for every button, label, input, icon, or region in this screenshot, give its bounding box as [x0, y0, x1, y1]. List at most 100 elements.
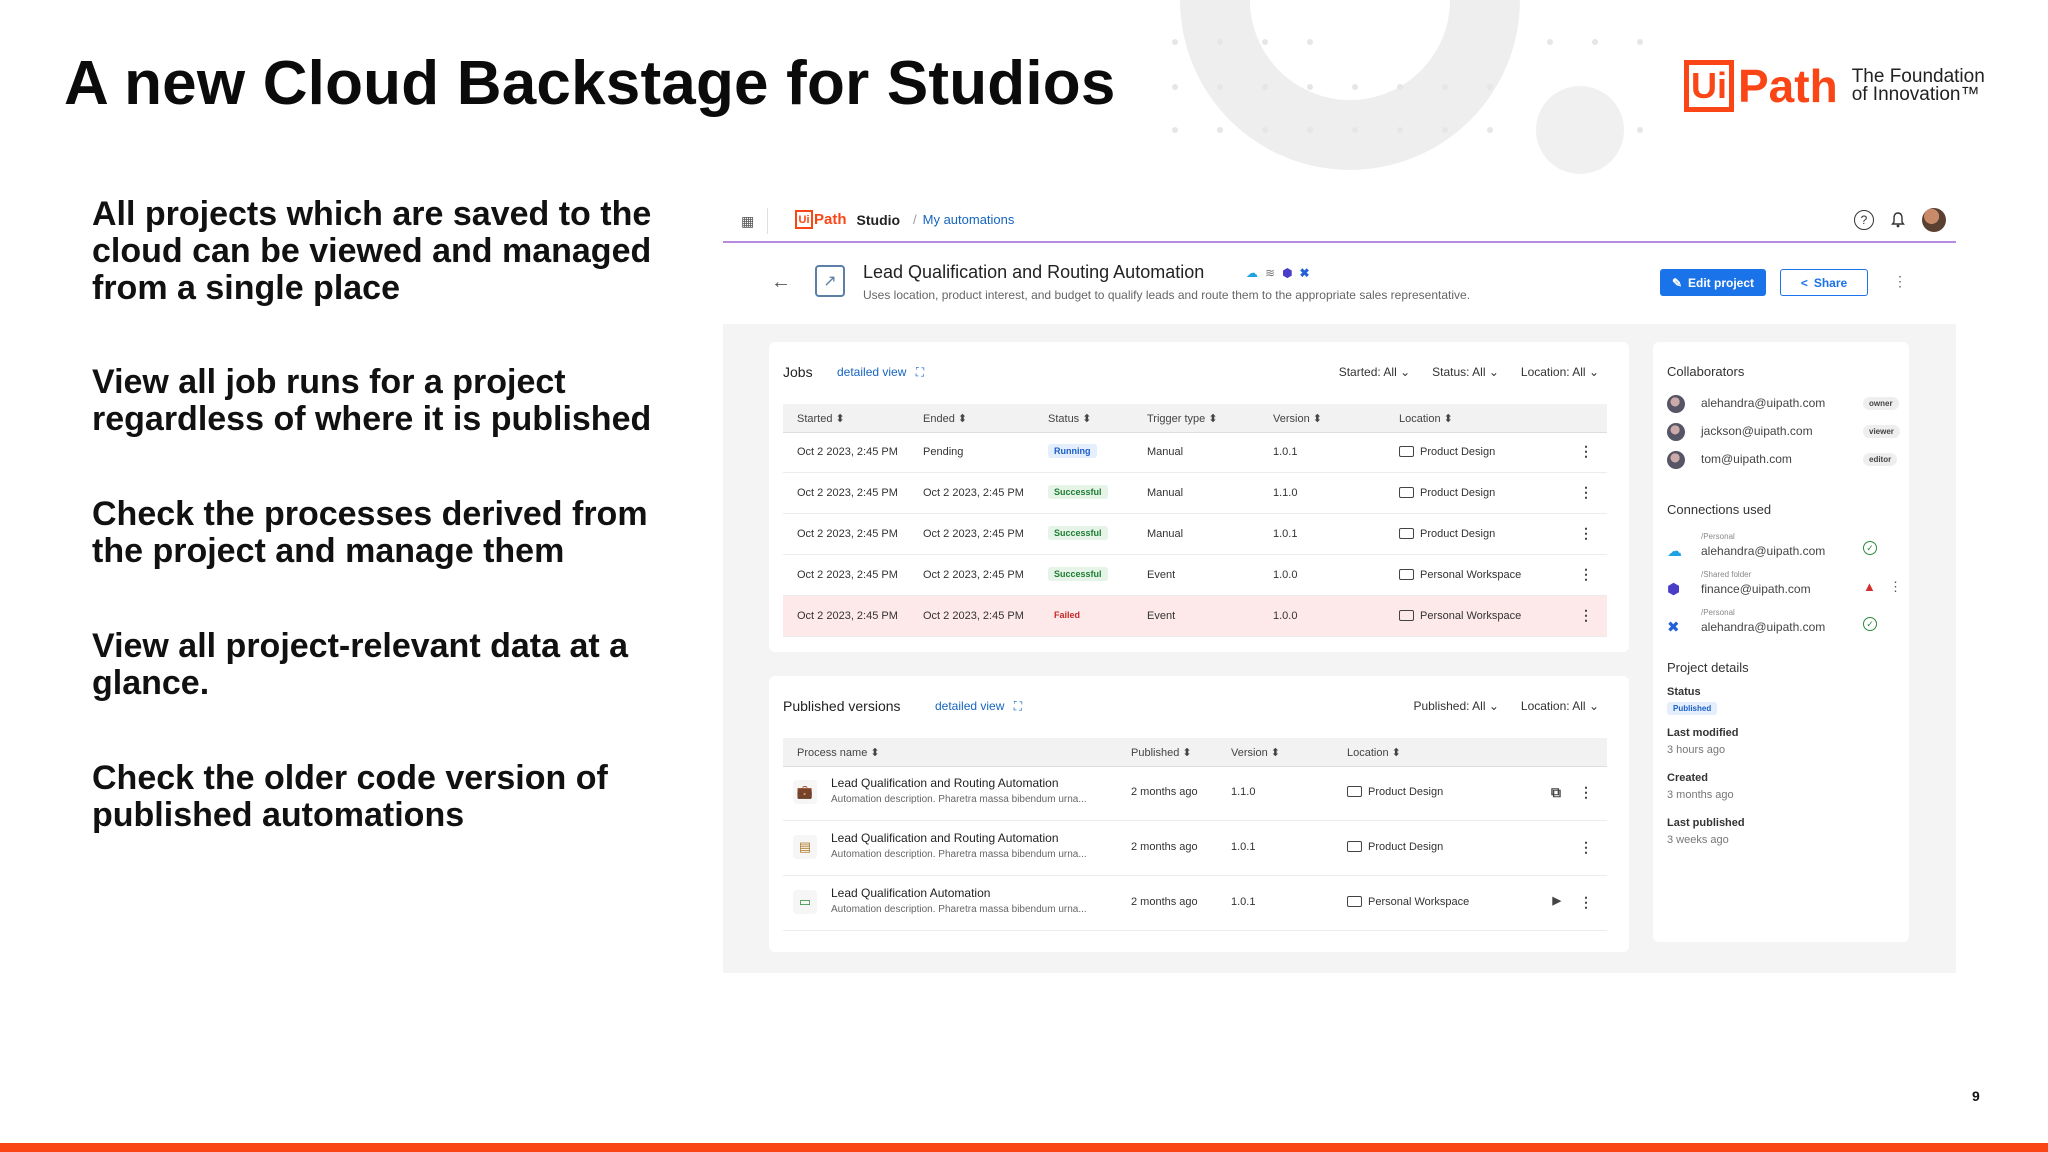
status-label: Status	[1667, 686, 1701, 698]
studio-logo[interactable]: Ui Path Studio	[795, 210, 900, 229]
location-label: Product Design	[1368, 841, 1444, 853]
connection-item[interactable]: ✖ /Personal alehandra@uipath.com ✓	[1667, 608, 1903, 644]
filter-status[interactable]: Status: All ⌄	[1432, 365, 1499, 379]
process-description: Automation description. Pharetra massa b…	[831, 904, 1087, 915]
last-published-value: 3 weeks ago	[1667, 834, 1729, 846]
check-circle-icon: ✓	[1863, 617, 1877, 631]
back-arrow-icon[interactable]: ←	[771, 271, 791, 294]
row-menu-icon[interactable]: ⋮	[1579, 784, 1593, 801]
bullet-2: View all job runs for a project regardle…	[92, 363, 652, 438]
connection-folder: /Shared folder	[1701, 570, 1752, 579]
laptop-icon: ▭	[793, 890, 817, 914]
help-icon[interactable]: ?	[1854, 210, 1874, 230]
studio-backstage-app: ▦ Ui Path Studio / My automations ? ← ↗ L…	[723, 200, 1956, 973]
cell-trigger: Event	[1147, 569, 1176, 581]
row-menu-icon[interactable]: ⋮	[1579, 566, 1593, 583]
row-menu-icon[interactable]: ⋮	[1579, 839, 1593, 856]
row-menu-icon[interactable]: ⋮	[1579, 484, 1593, 501]
location-label: Product Design	[1420, 487, 1496, 499]
breadcrumb-my-automations[interactable]: My automations	[923, 212, 1015, 227]
table-row[interactable]: Oct 2 2023, 2:45 PM Pending Running Manual 1…	[783, 432, 1607, 473]
stack-icon: ≋	[1265, 266, 1276, 280]
cell-ended: Oct 2 2023, 2:45 PM	[923, 487, 1024, 499]
bullet-3: Check the processes derived from the pro…	[92, 495, 648, 570]
col-location[interactable]: Location ⬍	[1399, 412, 1453, 425]
jobs-table-header: Started ⬍ Ended ⬍ Status ⬍ Trigger type …	[783, 404, 1607, 433]
col-location[interactable]: Location ⬍	[1347, 746, 1401, 759]
location-label: Personal Workspace	[1368, 896, 1470, 908]
collaborator-item[interactable]: alehandra@uipath.com owner	[1667, 394, 1899, 416]
col-version[interactable]: Version ⬍	[1273, 412, 1322, 425]
row-menu-icon[interactable]: ⋮	[1579, 443, 1593, 460]
cell-location: Product Design	[1347, 786, 1443, 798]
cell-ended: Oct 2 2023, 2:45 PM	[923, 528, 1024, 540]
connection-item[interactable]: ☁ /Personal alehandra@uipath.com ✓	[1667, 532, 1903, 568]
bullet-1: All projects which are saved to the clou…	[92, 195, 652, 307]
table-row[interactable]: Oct 2 2023, 2:45 PM Oct 2 2023, 2:45 PM Su…	[783, 473, 1607, 514]
col-status[interactable]: Status ⬍	[1048, 412, 1091, 425]
col-started[interactable]: Started ⬍	[797, 412, 845, 425]
hexagon-app-icon: ⬢	[1667, 581, 1681, 598]
table-row[interactable]: Oct 2 2023, 2:45 PM Oct 2 2023, 2:45 PM Fa…	[783, 596, 1607, 637]
cell-ended: Oct 2 2023, 2:45 PM	[923, 569, 1024, 581]
table-row[interactable]: ▤ Lead Qualification and Routing Automati…	[783, 821, 1607, 876]
cell-version: 1.0.1	[1231, 896, 1256, 908]
col-ended[interactable]: Ended ⬍	[923, 412, 967, 425]
collaborator-item[interactable]: jackson@uipath.com viewer	[1667, 422, 1900, 444]
filter-published[interactable]: Published: All ⌄	[1413, 699, 1498, 713]
process-name[interactable]: Lead Qualification and Routing Automatio…	[831, 776, 1059, 790]
jobs-detailed-view-link[interactable]: detailed view ⛶	[837, 365, 924, 380]
process-name[interactable]: Lead Qualification Automation	[831, 886, 990, 900]
share-button[interactable]: < Share	[1780, 269, 1868, 296]
salesforce-icon: ☁	[1246, 266, 1258, 280]
location-label: Personal Workspace	[1420, 610, 1522, 622]
cell-version: 1.1.0	[1273, 487, 1298, 499]
jobs-title: Jobs	[783, 364, 813, 380]
row-menu-icon[interactable]: ⋮	[1579, 894, 1593, 911]
form-icon: ▤	[793, 835, 817, 859]
filter-location[interactable]: Location: All ⌄	[1521, 699, 1599, 713]
col-process-name[interactable]: Process name ⬍	[797, 746, 880, 759]
open-external-icon[interactable]: ⧉	[1551, 784, 1561, 801]
row-menu-icon[interactable]: ⋮	[1579, 525, 1593, 542]
table-row[interactable]: ▭ Lead Qualification Automation Automation…	[783, 876, 1607, 931]
filter-started[interactable]: Started: All ⌄	[1339, 365, 1410, 379]
edit-project-button[interactable]: ✎ Edit project	[1660, 269, 1766, 296]
table-row[interactable]: 💼 Lead Qualification and Routing Automati…	[783, 766, 1607, 821]
col-trigger-type[interactable]: Trigger type ⬍	[1147, 412, 1218, 425]
run-icon[interactable]: ▶	[1553, 894, 1561, 907]
table-row[interactable]: Oct 2 2023, 2:45 PM Oct 2 2023, 2:45 PM Su…	[783, 555, 1607, 596]
user-avatar[interactable]	[1922, 208, 1946, 232]
cell-location: Product Design	[1399, 446, 1495, 458]
filter-location[interactable]: Location: All ⌄	[1521, 365, 1599, 379]
cell-version: 1.0.1	[1273, 528, 1298, 540]
published-table-header: Process name ⬍ Published ⬍ Version ⬍ Loc…	[783, 738, 1607, 767]
connection-menu-icon[interactable]: ⋮	[1889, 579, 1902, 595]
avatar	[1667, 395, 1685, 413]
more-options-icon[interactable]: ⋮	[1893, 273, 1907, 290]
folder-icon	[1399, 487, 1414, 498]
connection-folder: /Personal	[1701, 608, 1735, 617]
published-detailed-view-link[interactable]: detailed view ⛶	[935, 699, 1022, 714]
bell-icon[interactable]	[1888, 210, 1908, 230]
row-menu-icon[interactable]: ⋮	[1579, 607, 1593, 624]
col-published[interactable]: Published ⬍	[1131, 746, 1192, 759]
cell-location: Personal Workspace	[1399, 569, 1521, 581]
role-badge: owner	[1863, 397, 1899, 410]
cell-location: Product Design	[1347, 841, 1443, 853]
table-row[interactable]: Oct 2 2023, 2:45 PM Oct 2 2023, 2:45 PM Su…	[783, 514, 1607, 555]
collaborator-email: tom@uipath.com	[1701, 452, 1792, 466]
cell-published: 2 months ago	[1131, 896, 1198, 908]
connection-item[interactable]: ⬢ /Shared folder finance@uipath.com ▲ ⋮	[1667, 570, 1903, 606]
breadcrumb[interactable]: / My automations	[913, 212, 1014, 227]
collaborator-email: jackson@uipath.com	[1701, 424, 1813, 438]
process-name[interactable]: Lead Qualification and Routing Automatio…	[831, 831, 1059, 845]
x-app-icon: ✖	[1667, 619, 1680, 636]
cell-trigger: Event	[1147, 610, 1176, 622]
collaborator-item[interactable]: tom@uipath.com editor	[1667, 450, 1898, 472]
folder-icon	[1399, 528, 1414, 539]
app-launcher-icon[interactable]: ▦	[741, 213, 757, 229]
cell-started: Oct 2 2023, 2:45 PM	[797, 528, 898, 540]
col-version[interactable]: Version ⬍	[1231, 746, 1280, 759]
cell-location: Personal Workspace	[1399, 610, 1521, 622]
